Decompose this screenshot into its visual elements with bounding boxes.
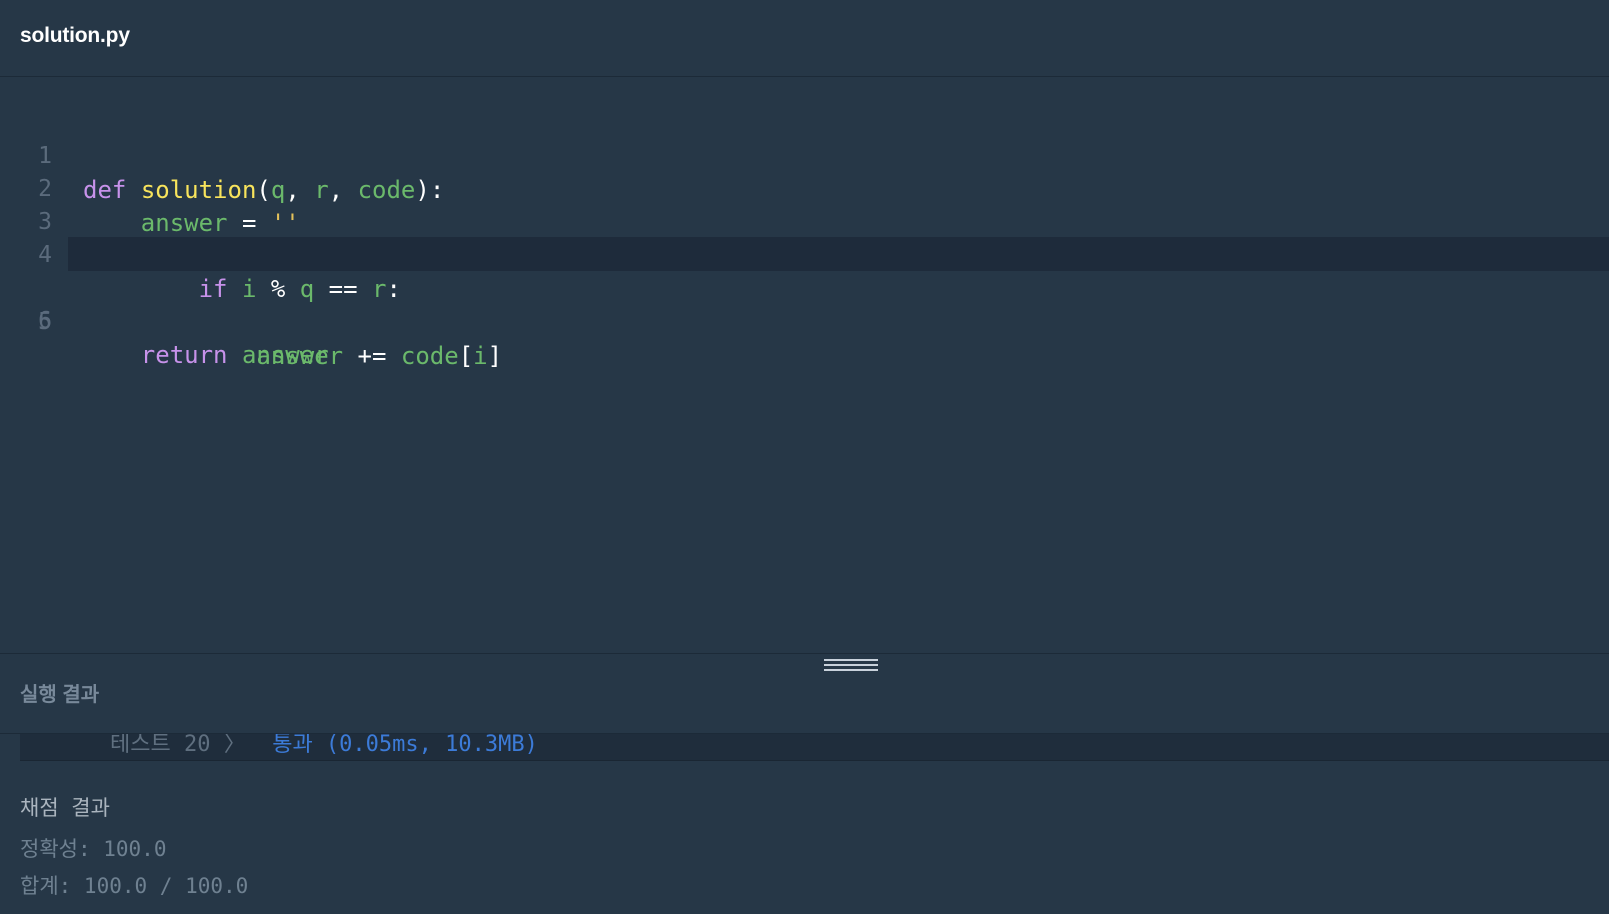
line-code[interactable]: return answer xyxy=(83,338,329,372)
test-case-output: 테스트 20 〉 통과 (0.05ms, 10.3MB) xyxy=(20,734,1609,761)
code-editor[interactable]: 1 def solution(q, r, code): 2 answer = '… xyxy=(0,77,1609,653)
code-token: code xyxy=(400,342,459,370)
code-line[interactable]: 1 def solution(q, r, code): xyxy=(0,105,1609,204)
code-token: ] xyxy=(487,342,503,370)
code-token: return xyxy=(140,341,228,369)
grade-total: 합계: 100.0 / 100.0 xyxy=(20,874,249,898)
code-line[interactable]: 6 return answer xyxy=(0,270,1609,369)
test-case-label: 테스트 20 〉 xyxy=(110,734,246,757)
line-number: 6 xyxy=(38,308,52,334)
active-line-highlight xyxy=(68,237,1609,271)
code-line[interactable]: 3 for i in range(len(code)): xyxy=(0,171,1609,270)
grade-accuracy: 정확성: 100.0 xyxy=(20,837,167,861)
resize-handle-icon[interactable] xyxy=(824,659,878,673)
file-name-tab[interactable]: solution.py xyxy=(20,24,130,48)
code-token: += xyxy=(343,342,401,370)
result-panel-header: 실행 결과 xyxy=(0,654,1609,734)
code-token: answer xyxy=(241,341,329,369)
code-line[interactable]: 4 if i % q == r: xyxy=(0,204,1609,303)
grade-title: 채점 결과 xyxy=(20,796,110,820)
code-token: i xyxy=(473,342,488,370)
code-line-active[interactable]: 5 answer += code[i] xyxy=(0,237,1609,370)
code-token: [ xyxy=(458,342,474,370)
code-line[interactable]: 2 answer = '' xyxy=(0,138,1609,237)
test-case-status: 통과 (0.05ms, 10.3MB) xyxy=(272,734,538,757)
result-panel-title: 실행 결과 xyxy=(20,684,100,706)
result-panel-body[interactable]: 테스트 20 〉 통과 (0.05ms, 10.3MB) 채점 결과 정확성: … xyxy=(0,734,1609,914)
editor-header: solution.py xyxy=(0,0,1609,77)
test-case-line: 테스트 20 〉 통과 (0.05ms, 10.3MB) xyxy=(110,734,538,758)
